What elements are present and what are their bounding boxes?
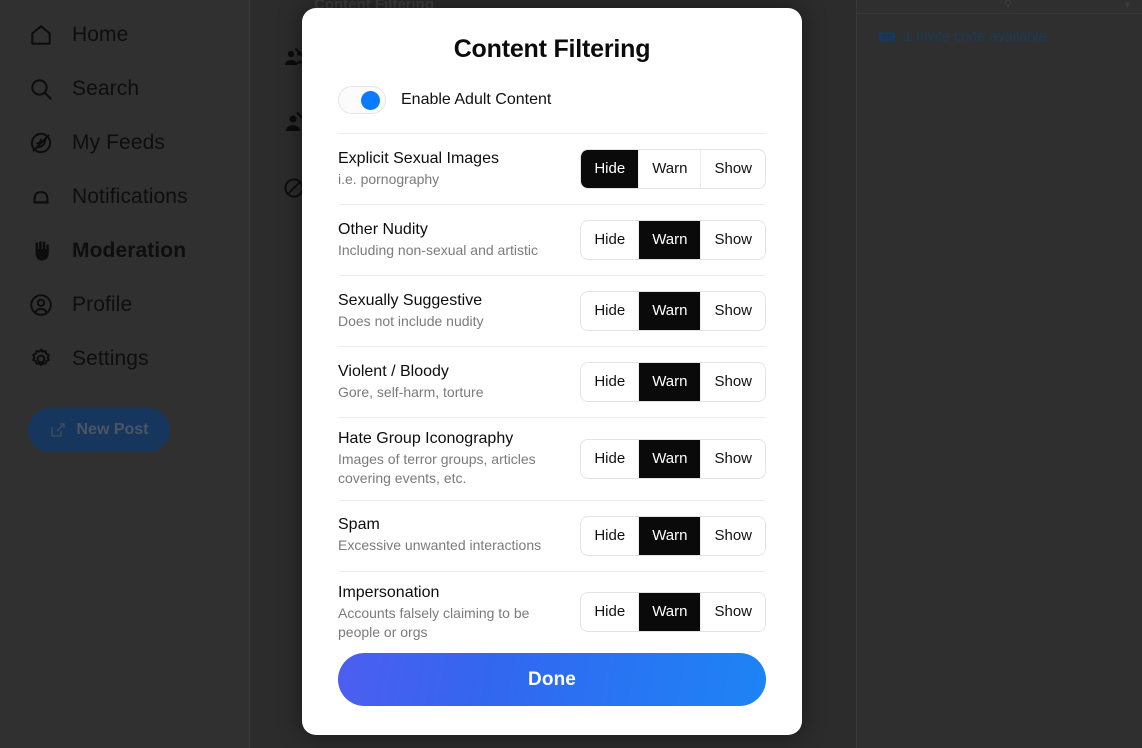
right-panel-topbar: ⚲ ▾ [857, 0, 1142, 14]
filter-option-hide-button[interactable]: Hide [581, 150, 639, 188]
dialog-footer: Done [302, 640, 802, 735]
filter-option-group: Hide Warn Show [580, 438, 766, 479]
filter-name: Other Nudity [338, 220, 428, 238]
sidebar-item-notifications[interactable]: Notifications [28, 170, 249, 224]
filter-name: Spam [338, 516, 380, 534]
filter-option-show-button[interactable]: Show [700, 516, 765, 555]
filter-row: Hate Group Iconography Images of terror g… [338, 417, 766, 500]
filter-option-warn-button[interactable]: Warn [638, 593, 701, 632]
home-icon [28, 22, 54, 48]
filter-name: Impersonation [338, 583, 440, 601]
filter-name: Violent / Bloody [338, 362, 449, 380]
filter-row: Explicit Sexual Images i.e. pornography Hi… [338, 133, 766, 204]
dialog-title: Content Filtering [453, 35, 651, 63]
filter-option-hide-button[interactable]: Hide [581, 593, 639, 632]
sidebar-item-label: Home [72, 23, 129, 46]
filter-row: Spam Excessive unwanted interactions Hide W… [338, 499, 766, 571]
sidebar-item-label: My Feeds [72, 131, 165, 154]
filter-description: Including non-sexual and artistic [338, 241, 539, 258]
sidebar-item-my-feeds[interactable]: My Feeds [28, 116, 249, 170]
filter-option-warn-button[interactable]: Warn [638, 439, 701, 478]
filter-option-warn-button[interactable]: Warn [638, 150, 701, 188]
filter-option-group: Hide Warn Show [580, 291, 766, 331]
filter-option-show-button[interactable]: Show [700, 292, 765, 330]
filter-description: Gore, self-harm, torture [338, 383, 484, 400]
sidebar-item-moderation[interactable]: Moderation [28, 224, 249, 278]
filter-option-hide-button[interactable]: Hide [581, 292, 639, 330]
filter-option-group: Hide Warn Show [580, 515, 766, 556]
sidebar-item-settings[interactable]: Settings [28, 332, 249, 386]
filter-option-warn-button[interactable]: Warn [638, 516, 701, 555]
content-filter-list: Explicit Sexual Images i.e. pornography Hi… [302, 133, 802, 640]
filter-row: Violent / Bloody Gore, self-harm, torture… [338, 346, 766, 417]
filter-row: Impersonation Accounts falsely claiming t… [338, 570, 766, 640]
toggle-knob [361, 91, 380, 110]
sidebar-item-profile[interactable]: Profile [28, 278, 249, 332]
filter-option-show-button[interactable]: Show [700, 363, 765, 401]
filter-text: Spam Excessive unwanted interactions [338, 515, 541, 555]
filter-description: Does not include nudity [338, 312, 484, 329]
invite-code-text: 1 invite code available [904, 29, 1047, 45]
filter-option-hide-button[interactable]: Hide [581, 516, 639, 555]
filter-text: Sexually Suggestive Does not include nudi… [338, 291, 484, 331]
sidebar-item-home[interactable]: Home [28, 8, 249, 62]
new-post-label: New Post [76, 421, 149, 438]
new-post-button[interactable]: New Post [28, 408, 170, 452]
filter-option-group: Hide Warn Show [580, 362, 766, 402]
enable-adult-content-toggle[interactable] [338, 86, 386, 114]
filter-option-hide-button[interactable]: Hide [581, 363, 639, 401]
filter-row: Sexually Suggestive Does not include nudi… [338, 275, 766, 346]
filter-option-hide-button[interactable]: Hide [581, 439, 639, 478]
filter-description: i.e. pornography [338, 170, 440, 187]
filter-name: Hate Group Iconography [338, 430, 514, 447]
person-circle-icon [28, 292, 54, 318]
search-icon [28, 76, 54, 102]
sidebar-item-search[interactable]: Search [28, 62, 249, 116]
ticket-icon [879, 31, 895, 43]
sidebar-item-label: Search [72, 77, 140, 100]
gear-icon [28, 346, 54, 372]
filter-option-group: Hide Warn Show [580, 220, 766, 260]
filter-description: Excessive unwanted interactions [338, 537, 542, 554]
filter-description: Images of terror groups, articles coveri… [338, 451, 536, 487]
filter-text: Violent / Bloody Gore, self-harm, torture [338, 362, 484, 402]
filter-option-show-button[interactable]: Show [700, 439, 765, 478]
sidebar-item-label: Settings [72, 347, 149, 370]
filter-name: Sexually Suggestive [338, 291, 483, 309]
sidebar-item-label: Moderation [72, 239, 187, 262]
filter-text: Hate Group Iconography Images of terror g… [338, 429, 564, 489]
sidebar-item-label: Notifications [72, 185, 188, 208]
filter-option-group: Hide Warn Show [580, 149, 766, 189]
filter-option-hide-button[interactable]: Hide [581, 221, 639, 259]
filter-text: Explicit Sexual Images i.e. pornography [338, 149, 499, 189]
hand-icon [28, 238, 54, 264]
filter-name: Explicit Sexual Images [338, 149, 499, 167]
search-glyph-icon: ⚲ [1004, 0, 1013, 11]
filter-text: Impersonation Accounts falsely claiming t… [338, 583, 564, 640]
filter-option-show-button[interactable]: Show [700, 593, 765, 632]
filter-row: Other Nudity Including non-sexual and art… [338, 204, 766, 275]
feeds-icon [28, 130, 54, 156]
filter-text: Other Nudity Including non-sexual and art… [338, 220, 538, 260]
filter-description: Accounts falsely claiming to be people o… [338, 604, 530, 640]
right-panel: ⚲ ▾ 1 invite code available [857, 0, 1142, 748]
filter-option-warn-button[interactable]: Warn [638, 292, 701, 330]
filter-option-warn-button[interactable]: Warn [638, 221, 701, 259]
chevron-glyph-icon: ▾ [1124, 0, 1130, 11]
sidebar: Home Search My Feeds Notifications Moder [0, 0, 250, 748]
filter-option-warn-button[interactable]: Warn [638, 363, 701, 401]
filter-option-group: Hide Warn Show [580, 592, 766, 633]
content-filtering-dialog: Content Filtering Enable Adult Content E… [302, 8, 802, 735]
done-button[interactable]: Done [338, 653, 766, 706]
compose-icon [49, 421, 67, 439]
filter-option-show-button[interactable]: Show [700, 150, 765, 188]
filter-option-show-button[interactable]: Show [700, 221, 765, 259]
sidebar-item-label: Profile [72, 293, 133, 316]
enable-adult-content-row[interactable]: Enable Adult Content [302, 64, 802, 133]
enable-adult-content-label: Enable Adult Content [401, 91, 552, 108]
bell-icon [28, 184, 54, 210]
invite-code-row[interactable]: 1 invite code available [857, 14, 1142, 45]
